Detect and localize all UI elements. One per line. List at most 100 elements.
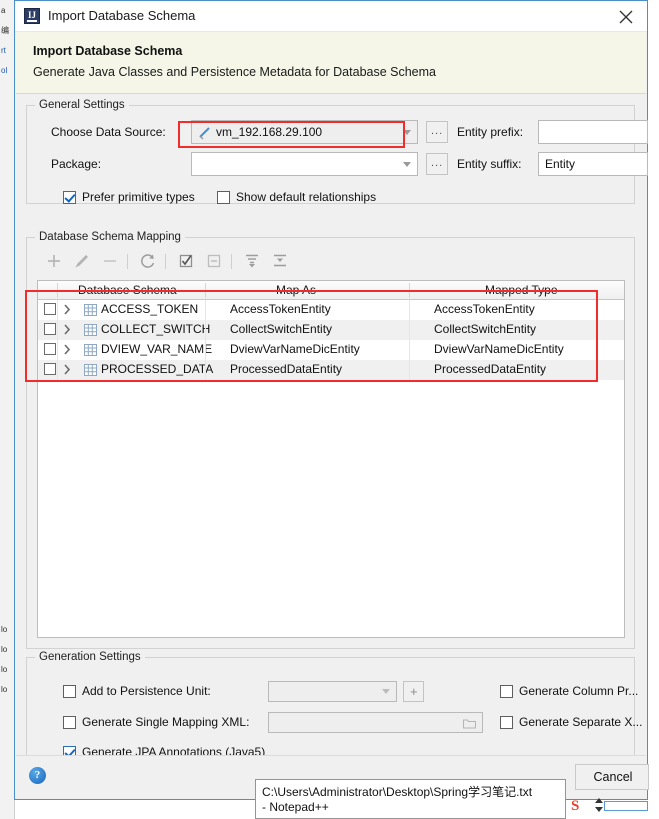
remove-icon[interactable]	[99, 250, 121, 272]
expand-all-icon[interactable]	[241, 250, 263, 272]
bg-text-left-7: lo	[1, 685, 8, 694]
chevron-down-icon	[403, 162, 411, 167]
generate-column-properties-label: Generate Column Pr...	[519, 684, 639, 698]
spinner-arrows-icon[interactable]	[594, 796, 604, 814]
add-to-persistence-unit-checkbox[interactable]	[63, 685, 76, 698]
row-cellsep-0	[57, 360, 58, 380]
generate-single-mapping-xml-checkbox[interactable]	[63, 716, 76, 729]
row-checkbox[interactable]	[44, 363, 56, 375]
spinner-up-arrow[interactable]	[595, 798, 603, 803]
header-sep-1	[205, 283, 206, 298]
table-row[interactable]: PROCESSED_DATA ProcessedDataEntity Proce…	[38, 360, 624, 380]
row-cellsep-2	[409, 300, 410, 320]
chevron-right-icon[interactable]	[62, 343, 72, 356]
header-sep-0	[57, 283, 58, 298]
row-checkbox[interactable]	[44, 323, 56, 335]
chevron-right-icon[interactable]	[62, 303, 72, 316]
entity-suffix-label: Entity suffix:	[457, 157, 522, 171]
edit-pencil-icon[interactable]	[71, 250, 93, 272]
row-checkbox[interactable]	[44, 343, 56, 355]
tooltip-line-2: - Notepad++	[262, 800, 329, 814]
help-icon[interactable]: ?	[29, 767, 46, 784]
deselect-all-icon[interactable]	[203, 250, 225, 272]
banner-subtitle: Generate Java Classes and Persistence Me…	[33, 65, 436, 79]
dialog-titlebar: IJ Import Database Schema	[15, 1, 647, 32]
general-settings-group: General Settings Choose Data Source: vm_…	[26, 99, 648, 204]
column-header-database-schema[interactable]: Database Schema	[78, 283, 177, 297]
collapse-all-icon[interactable]	[269, 250, 291, 272]
data-source-combobox[interactable]: vm_192.168.29.100	[191, 120, 418, 144]
chevron-down-icon	[382, 689, 390, 694]
cancel-button[interactable]: Cancel	[575, 764, 649, 790]
add-to-persistence-unit-label: Add to Persistence Unit:	[82, 684, 211, 698]
bg-text-left-0: a	[1, 6, 6, 15]
column-header-map-as[interactable]: Map As	[276, 283, 316, 297]
row-cellsep-1	[205, 300, 206, 320]
schema-mapping-group: Database Schema Mapping Database Schema …	[26, 231, 635, 649]
table-icon	[84, 344, 97, 356]
cell-mapped-type: DviewVarNameDicEntity	[434, 342, 564, 356]
bg-text-left-3: ol	[1, 66, 8, 75]
table-row[interactable]: ACCESS_TOKEN AccessTokenEntity AccessTok…	[38, 300, 624, 320]
refresh-icon[interactable]	[137, 250, 159, 272]
schema-mapping-table: Database Schema Map As Mapped Type ACCES…	[37, 280, 625, 638]
row-cellsep-2	[409, 360, 410, 380]
row-cellsep-0	[57, 320, 58, 340]
add-icon[interactable]	[43, 250, 65, 272]
table-icon	[84, 304, 97, 316]
select-all-icon[interactable]	[175, 250, 197, 272]
add-persistence-unit-button[interactable]: +	[403, 681, 424, 702]
generate-separate-xml-checkbox[interactable]	[500, 716, 513, 729]
generate-column-properties-checkbox[interactable]	[500, 685, 513, 698]
data-source-icon	[198, 126, 212, 140]
single-mapping-xml-field[interactable]	[268, 712, 483, 733]
chevron-right-icon[interactable]	[62, 323, 72, 336]
table-row[interactable]: COLLECT_SWITCH CollectSwitchEntity Colle…	[38, 320, 624, 340]
cell-database-schema: DVIEW_VAR_NAME	[101, 342, 213, 356]
bg-text-left-4: lo	[1, 625, 8, 634]
prefer-primitive-types-label: Prefer primitive types	[82, 190, 195, 204]
entity-prefix-field[interactable]	[538, 120, 648, 144]
add-persistence-unit-label: +	[410, 684, 419, 699]
show-default-relationships-checkbox[interactable]	[217, 191, 230, 204]
cancel-button-label: Cancel	[593, 770, 633, 784]
package-label: Package:	[51, 157, 102, 171]
dialog-title: Import Database Schema	[48, 8, 196, 23]
cell-map-as: ProcessedDataEntity	[230, 362, 343, 376]
data-source-value: vm_192.168.29.100	[216, 125, 323, 139]
intellij-idea-icon: IJ	[24, 8, 40, 24]
package-combobox[interactable]	[191, 152, 418, 176]
cell-map-as: AccessTokenEntity	[230, 302, 331, 316]
data-source-browse-label: ...	[431, 125, 444, 137]
folder-icon[interactable]	[462, 718, 477, 732]
row-cellsep-2	[409, 340, 410, 360]
tooltip-line-1: C:\Users\Administrator\Desktop\Spring学习笔…	[262, 785, 533, 799]
bg-text-left-6: lo	[1, 665, 8, 674]
close-icon[interactable]	[611, 5, 641, 29]
row-checkbox[interactable]	[44, 303, 56, 315]
row-cellsep-1	[205, 360, 206, 380]
row-cellsep-0	[57, 300, 58, 320]
entity-suffix-field[interactable]: Entity	[538, 152, 648, 176]
chevron-right-icon[interactable]	[62, 363, 72, 376]
data-source-browse-button[interactable]: ...	[426, 121, 448, 143]
cell-mapped-type: ProcessedDataEntity	[434, 362, 547, 376]
sogou-input-icon[interactable]: S	[570, 796, 587, 814]
persistence-unit-combobox[interactable]	[268, 681, 397, 702]
import-database-schema-dialog: IJ Import Database Schema Import Databas…	[14, 0, 649, 800]
column-header-mapped-type[interactable]: Mapped Type	[485, 283, 558, 297]
generate-single-mapping-xml-label: Generate Single Mapping XML:	[82, 715, 250, 729]
prefer-primitive-types-checkbox[interactable]	[63, 191, 76, 204]
spinner-down-arrow[interactable]	[595, 807, 603, 812]
entity-prefix-label: Entity prefix:	[457, 125, 524, 139]
generate-separate-xml-label: Generate Separate X...	[519, 715, 643, 729]
row-cellsep-1	[205, 340, 206, 360]
table-row[interactable]: DVIEW_VAR_NAME DviewVarNameDicEntity Dvi…	[38, 340, 624, 360]
cell-mapped-type: AccessTokenEntity	[434, 302, 535, 316]
cell-mapped-type: CollectSwitchEntity	[434, 322, 537, 336]
app-icon-glyph: IJ	[28, 10, 37, 20]
cell-database-schema: PROCESSED_DATA	[101, 362, 214, 376]
dialog-banner: Import Database Schema Generate Java Cla…	[16, 32, 646, 94]
package-browse-button[interactable]: ...	[426, 153, 448, 175]
toolbar-separator-2	[165, 254, 166, 269]
